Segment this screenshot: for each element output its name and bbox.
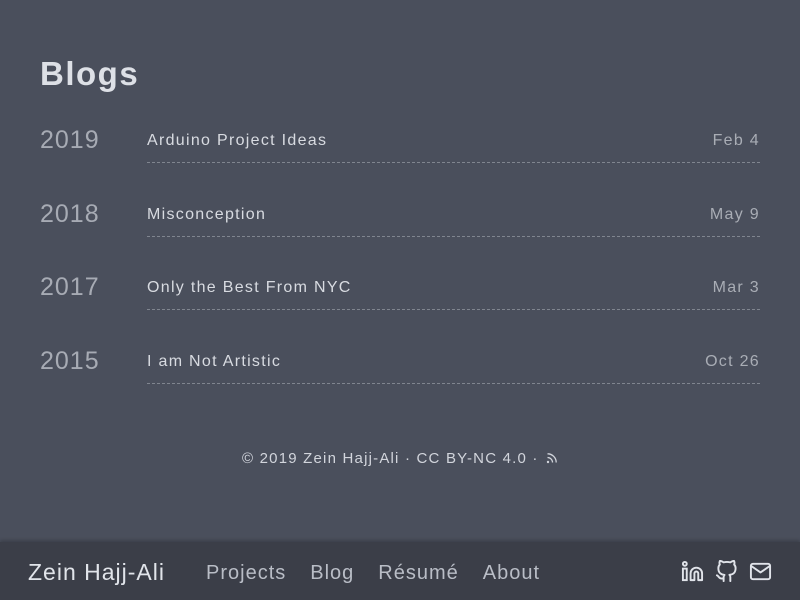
nav-item-blog: Blog (310, 561, 378, 585)
bottom-navbar: Zein Hajj-Ali Projects Blog Résumé About (0, 542, 800, 600)
nav-link-resume[interactable]: Résumé (378, 561, 458, 585)
post-date: Oct 26 (705, 353, 760, 371)
nav-item-projects: Projects (206, 561, 310, 585)
github-icon[interactable] (715, 560, 738, 583)
post-link[interactable]: I am Not Artistic Oct 26 (147, 339, 760, 385)
nav-link-about[interactable]: About (483, 561, 540, 585)
post-year: 2019 (40, 126, 100, 154)
nav-link-blog[interactable]: Blog (310, 561, 354, 585)
post-row: 2015 I am Not Artistic Oct 26 (40, 339, 760, 413)
social-links (681, 560, 772, 583)
post-row: 2019 Arduino Project Ideas Feb 4 (40, 118, 760, 192)
nav-links: Projects Blog Résumé About (206, 561, 564, 585)
rss-icon[interactable] (546, 450, 558, 470)
post-row: 2018 Misconception May 9 (40, 192, 760, 266)
site-brand[interactable]: Zein Hajj-Ali (28, 559, 165, 585)
nav-item-resume: Résumé (378, 561, 482, 585)
post-title[interactable]: Arduino Project Ideas (147, 131, 327, 151)
nav-link-projects[interactable]: Projects (206, 561, 286, 585)
post-year: 2018 (40, 199, 100, 228)
post-year: 2017 (40, 273, 100, 302)
post-list: 2019 Arduino Project Ideas Feb 4 2018 Mi… (40, 118, 760, 413)
post-link[interactable]: Arduino Project Ideas Feb 4 (147, 118, 760, 163)
footer-copyright: © 2019 Zein Hajj-Ali · CC BY-NC 4.0 · (40, 449, 760, 470)
post-link[interactable]: Misconception May 9 (147, 192, 760, 237)
mail-icon[interactable] (749, 560, 772, 583)
page-title: Blogs (40, 55, 140, 92)
linkedin-icon[interactable] (681, 560, 704, 583)
copyright-text: © 2019 Zein Hajj-Ali · CC BY-NC 4.0 · (241, 450, 539, 467)
post-title[interactable]: Misconception (147, 205, 266, 225)
nav-item-about: About (483, 561, 564, 585)
post-title[interactable]: Only the Best From NYC (147, 278, 352, 298)
post-date: Feb 4 (712, 132, 760, 149)
post-year: 2015 (40, 347, 100, 376)
post-row: 2017 Only the Best From NYC Mar 3 (40, 265, 760, 339)
post-title[interactable]: I am Not Artistic (147, 352, 281, 372)
post-link[interactable]: Only the Best From NYC Mar 3 (147, 265, 760, 311)
post-date: Mar 3 (712, 279, 760, 297)
blog-main: Blogs 2019 Arduino Project Ideas Feb 4 2… (40, 0, 760, 542)
post-date: May 9 (709, 205, 760, 223)
